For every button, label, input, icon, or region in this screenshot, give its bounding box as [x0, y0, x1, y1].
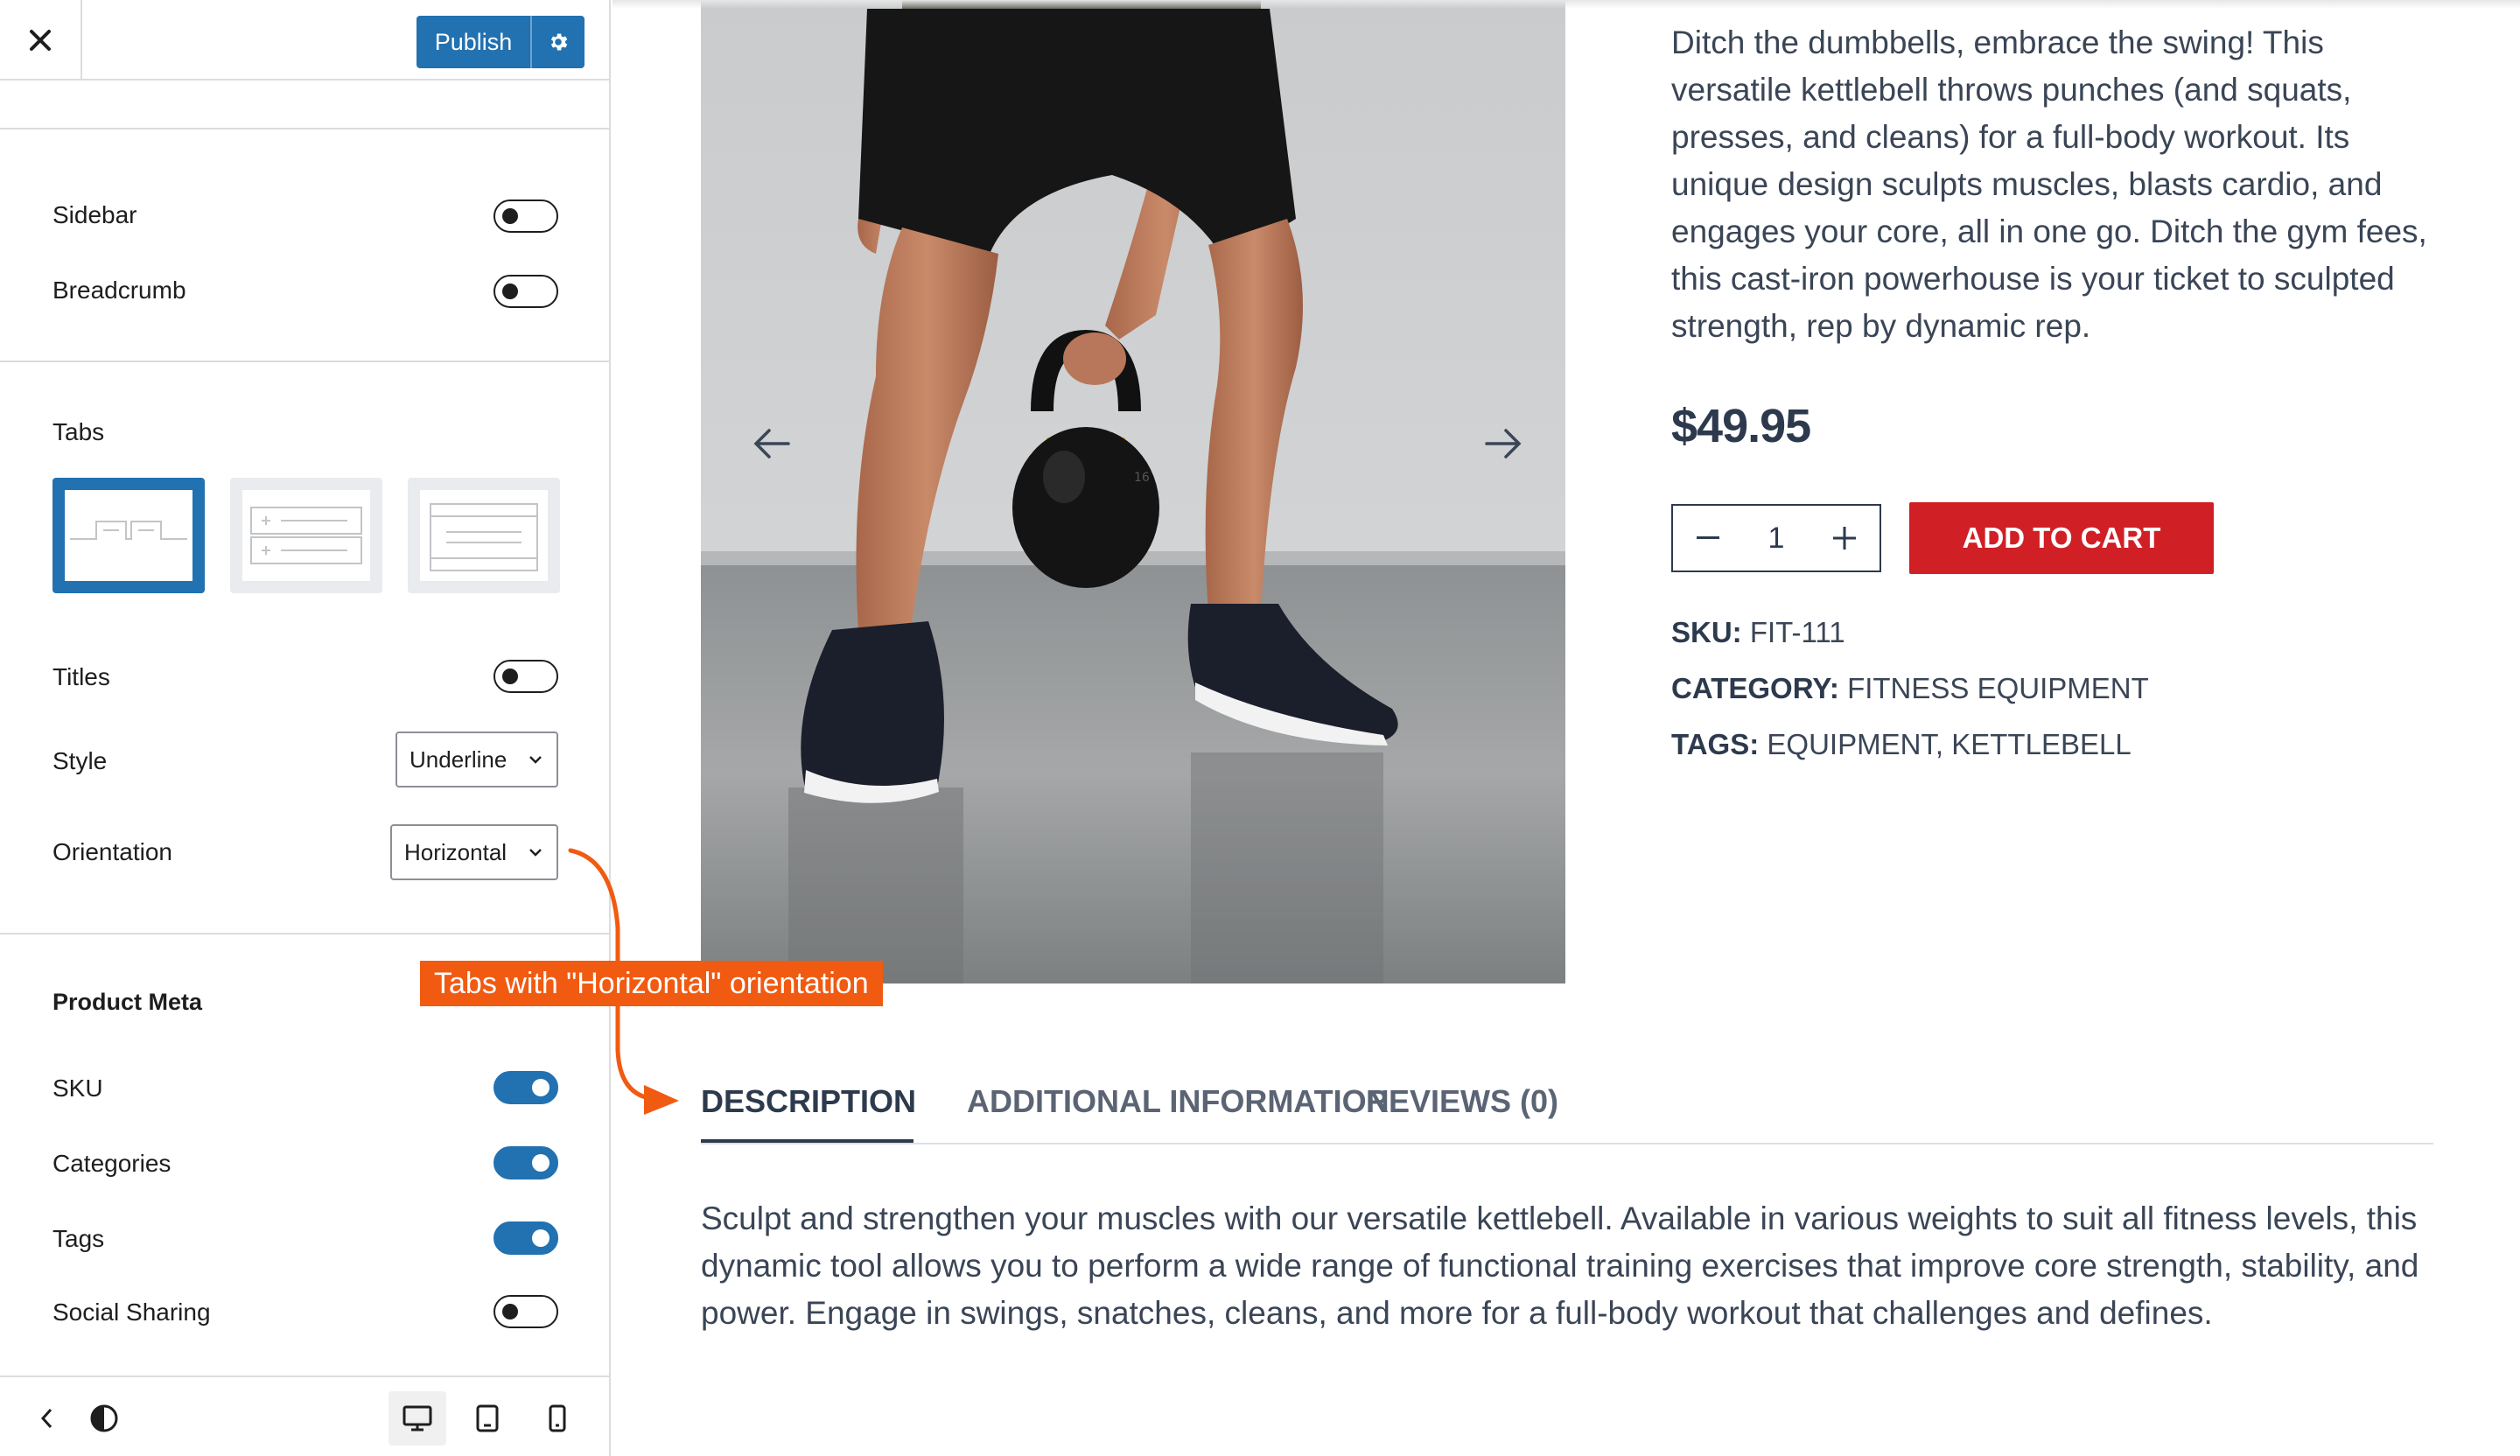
- divider: [0, 360, 611, 362]
- mobile-icon: [549, 1404, 566, 1432]
- tab-reviews[interactable]: REVIEWS (0): [1366, 1083, 1558, 1120]
- tags-key: TAGS:: [1671, 728, 1760, 760]
- plus-icon: [1833, 527, 1856, 550]
- arrow-right-icon: [1485, 429, 1522, 458]
- divider: [0, 933, 611, 934]
- sidebar-toggle[interactable]: [494, 200, 558, 233]
- quantity-stepper[interactable]: 1: [1671, 504, 1881, 572]
- tablet-preview-button[interactable]: [458, 1391, 516, 1446]
- customizer-panel: Publish Sidebar Breadcrumb Tabs Titles S…: [0, 0, 611, 1456]
- contrast-icon: [90, 1404, 118, 1432]
- active-tab-underline: [701, 1139, 914, 1143]
- orientation-select[interactable]: Horizontal: [390, 824, 558, 880]
- publish-settings-button[interactable]: [532, 16, 584, 68]
- category-link[interactable]: FITNESS EQUIPMENT: [1847, 672, 2149, 704]
- tabs-layout-accordion[interactable]: [230, 478, 382, 593]
- divider: [0, 128, 611, 130]
- product-short-description: Ditch the dumbbells, embrace the swing! …: [1671, 24, 2427, 344]
- quantity-increase-button[interactable]: [1810, 506, 1880, 570]
- style-select[interactable]: Underline: [396, 732, 558, 788]
- titles-toggle[interactable]: [494, 660, 558, 693]
- gallery-prev-button[interactable]: [750, 422, 794, 466]
- orientation-select-value: Horizontal: [404, 838, 508, 865]
- site-preview: 16 Ditch the dumbbells, embrace the swin…: [612, 0, 2520, 1456]
- contrast-button[interactable]: [75, 1391, 133, 1446]
- style-select-value: Underline: [410, 746, 508, 773]
- tabs-layout-horizontal[interactable]: [52, 478, 205, 593]
- panel-header: Publish: [0, 0, 611, 80]
- add-to-cart-button[interactable]: ADD TO CART: [1909, 502, 2214, 574]
- chevron-down-icon: [529, 756, 542, 764]
- tabs-section-title: Tabs: [52, 418, 105, 445]
- gallery-next-button[interactable]: [1481, 422, 1525, 466]
- product-price: $49.95: [1671, 400, 1811, 452]
- categories-toggle[interactable]: [494, 1146, 558, 1180]
- quantity-decrease-button[interactable]: [1673, 506, 1743, 570]
- desktop-preview-button[interactable]: [388, 1391, 446, 1446]
- sku-key: SKU:: [1671, 616, 1742, 648]
- breadcrumb-toggle[interactable]: [494, 275, 558, 308]
- annotation-callout: Tabs with "Horizontal" orientation: [420, 961, 883, 1006]
- panel-footer: [0, 1376, 611, 1456]
- publish-button[interactable]: Publish: [416, 16, 584, 68]
- tags-toggle[interactable]: [494, 1222, 558, 1255]
- sku-toggle-label: SKU: [52, 1074, 103, 1102]
- mobile-preview-button[interactable]: [528, 1391, 586, 1446]
- chevron-left-icon: [40, 1408, 52, 1429]
- product-meta-category: CATEGORY: FITNESS EQUIPMENT: [1671, 672, 2149, 705]
- tab-additional-information[interactable]: ADDITIONAL INFORMATION: [967, 1083, 1390, 1120]
- tablet-icon: [476, 1404, 499, 1432]
- close-button[interactable]: [0, 0, 82, 80]
- publish-label: Publish: [434, 28, 513, 55]
- desktop-icon: [402, 1405, 432, 1432]
- categories-toggle-label: Categories: [52, 1150, 172, 1177]
- sku-value: FIT-111: [1749, 616, 1845, 648]
- orientation-label: Orientation: [52, 838, 172, 865]
- titles-toggle-label: Titles: [52, 663, 110, 690]
- category-key: CATEGORY:: [1671, 672, 1839, 704]
- product-meta-tags: TAGS: EQUIPMENT, KETTLEBELL: [1671, 728, 2132, 761]
- chevron-down-icon: [529, 849, 542, 857]
- collapse-button[interactable]: [18, 1391, 75, 1446]
- close-icon: [30, 30, 51, 51]
- tab-panel-description: Sculpt and strengthen your muscles with …: [701, 1200, 2419, 1331]
- sku-toggle[interactable]: [494, 1071, 558, 1104]
- tags-toggle-label: Tags: [52, 1225, 105, 1252]
- style-label: Style: [52, 747, 108, 774]
- preview-shadow: [612, 0, 2520, 9]
- breadcrumb-toggle-label: Breadcrumb: [52, 276, 186, 304]
- minus-icon: [1697, 536, 1719, 539]
- quantity-value[interactable]: 1: [1743, 522, 1810, 556]
- tab-description[interactable]: DESCRIPTION: [701, 1083, 916, 1120]
- product-meta-title: Product Meta: [52, 989, 203, 1015]
- social-sharing-toggle[interactable]: [494, 1295, 558, 1328]
- gear-icon: [550, 33, 568, 51]
- product-tabs: DESCRIPTION ADDITIONAL INFORMATION REVIE…: [701, 1074, 2433, 1144]
- kettlebell-weight-text: 16: [1134, 471, 1150, 485]
- product-image[interactable]: 16: [701, 0, 1565, 984]
- social-sharing-toggle-label: Social Sharing: [52, 1298, 211, 1326]
- tags-links[interactable]: EQUIPMENT, KETTLEBELL: [1767, 728, 2131, 760]
- arrow-left-icon: [753, 429, 790, 458]
- sidebar-toggle-label: Sidebar: [52, 201, 137, 228]
- tabs-layout-stacked[interactable]: [408, 478, 560, 593]
- product-meta-sku: SKU: FIT-111: [1671, 616, 1845, 649]
